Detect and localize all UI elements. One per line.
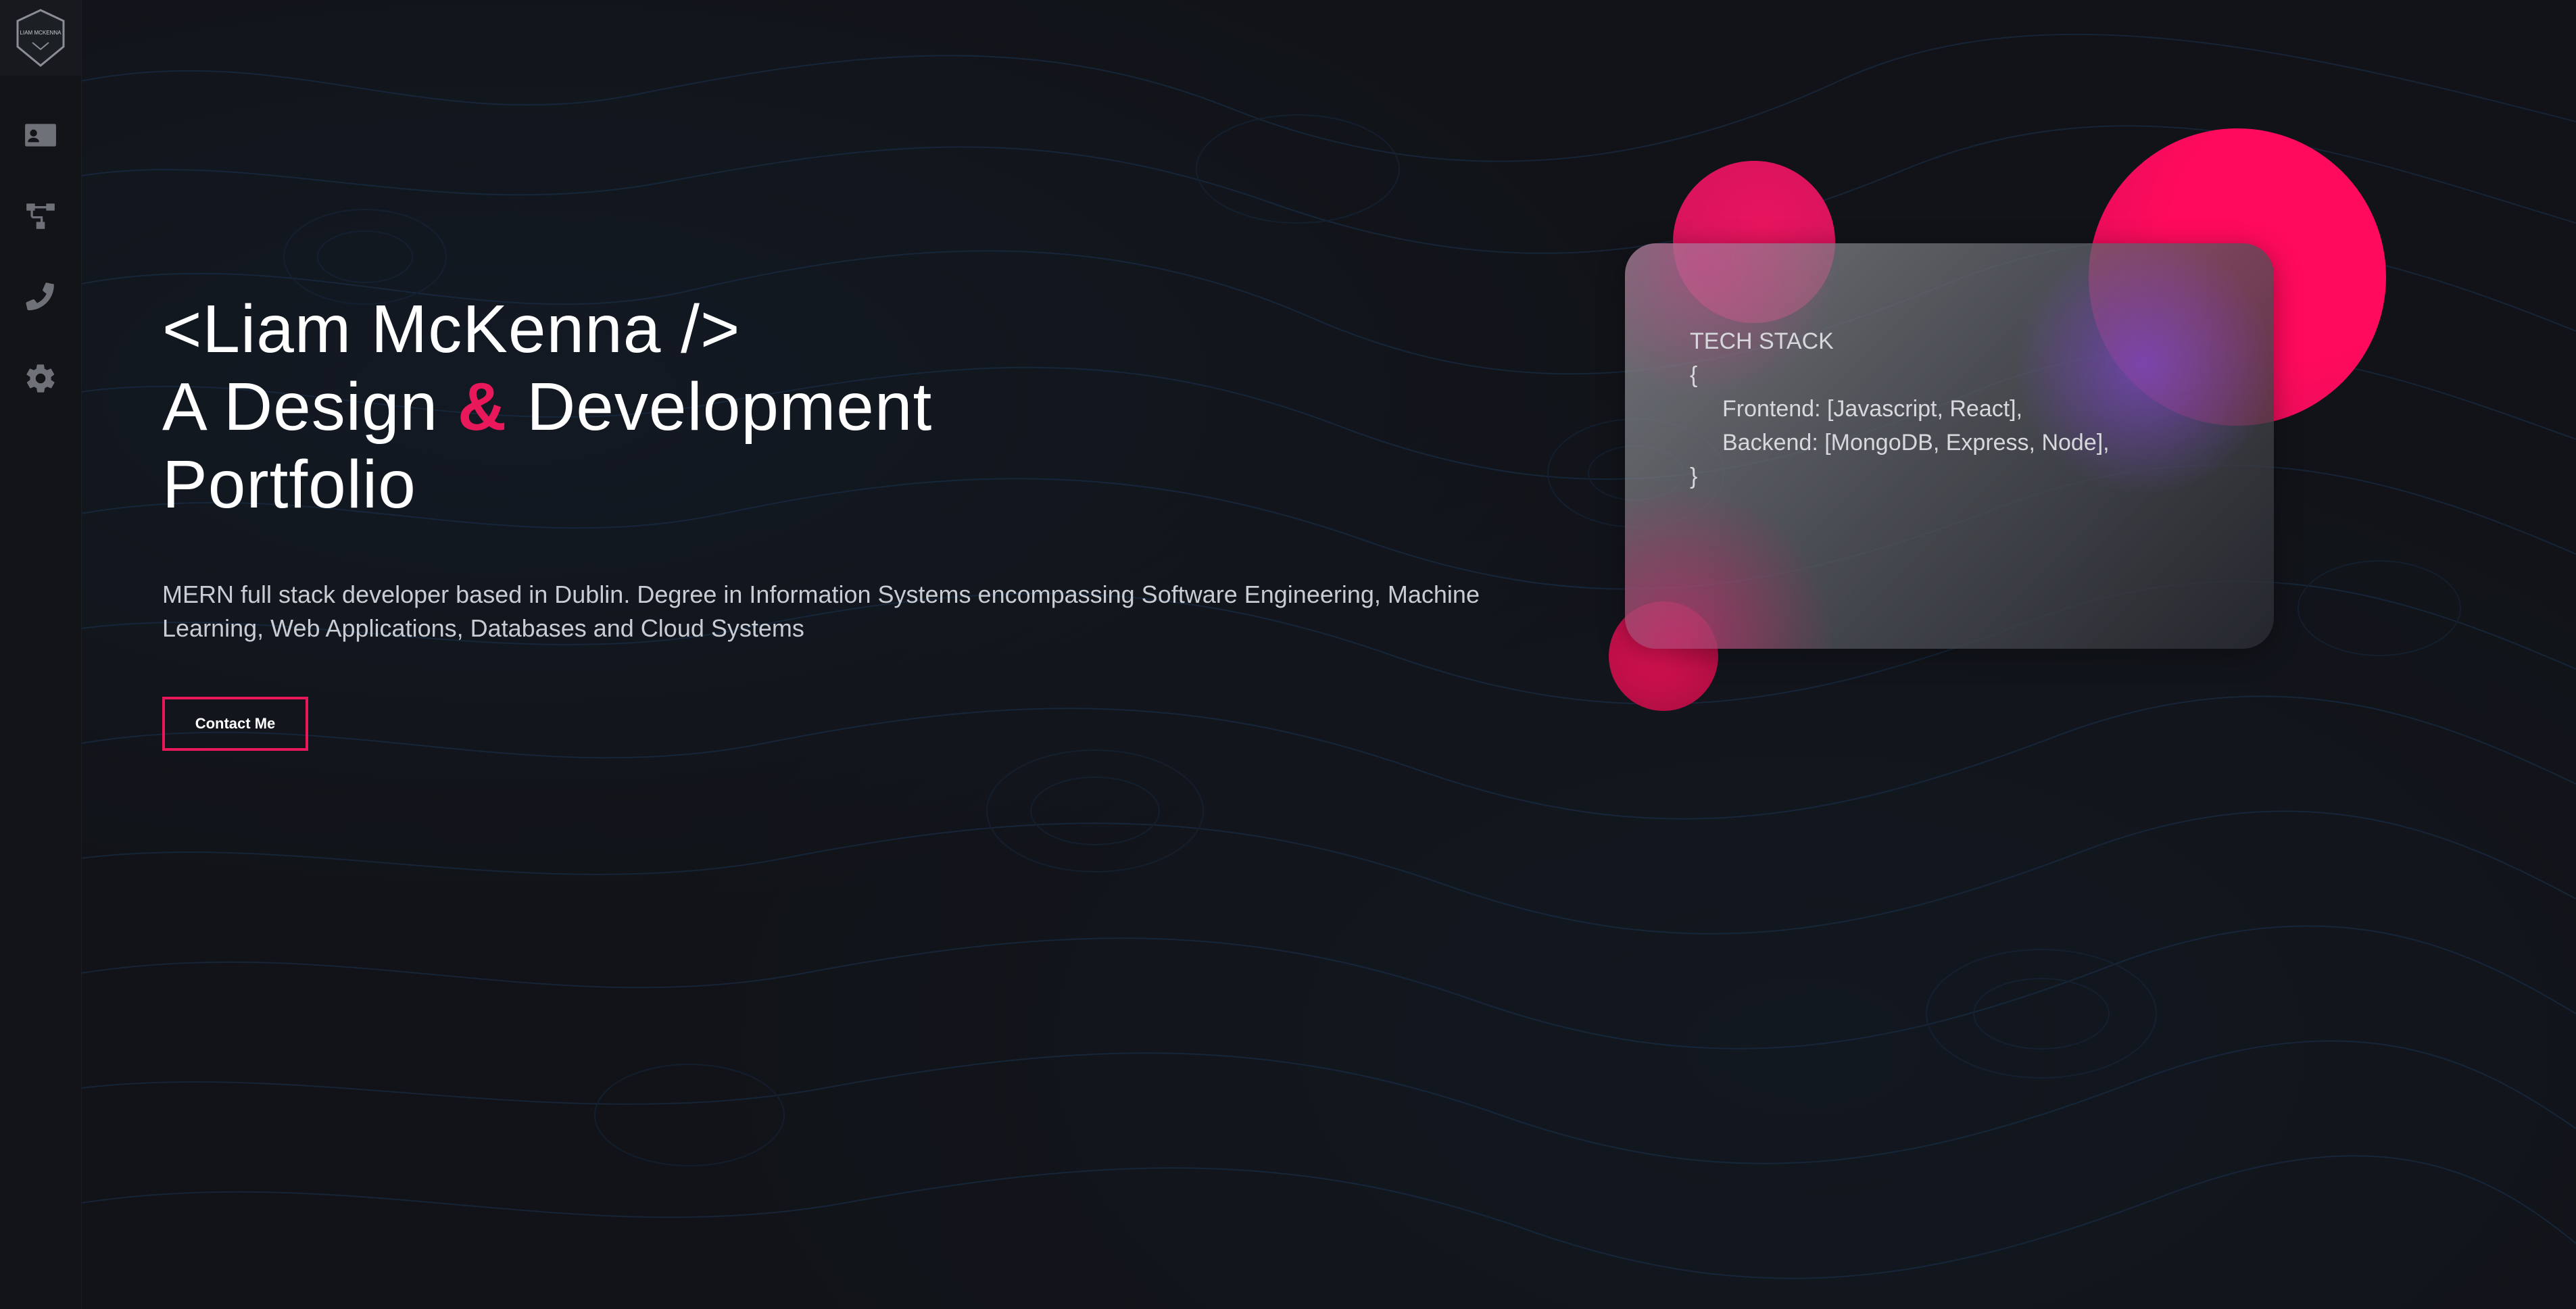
hero-title-line2: A Design & Development xyxy=(162,368,932,446)
phone-icon xyxy=(26,282,54,311)
sidebar-item-settings[interactable] xyxy=(22,360,59,397)
contact-me-button[interactable]: Contact Me xyxy=(162,697,308,751)
tech-stack-open-brace: { xyxy=(1690,362,1698,388)
tech-stack-card: TECH STACK { Frontend: [Javascript, Reac… xyxy=(1625,243,2274,649)
page: LIAM MCKENNA <Liam McKenna /> A Design &… xyxy=(0,0,2576,1309)
sidebar-item-projects[interactable] xyxy=(22,197,59,235)
hero-title-name: <Liam McKenna /> xyxy=(162,291,741,367)
sidebar-item-contact[interactable] xyxy=(22,278,59,316)
logo-shield-icon: LIAM MCKENNA xyxy=(16,9,65,67)
hero-title-design: A Design xyxy=(162,369,439,445)
hero-title-ampersand: & xyxy=(458,369,508,445)
sidebar-item-about[interactable] xyxy=(22,116,59,154)
tech-stack-code: TECH STACK { Frontend: [Javascript, Reac… xyxy=(1690,324,2110,493)
tech-stack-frontend: Frontend: [Javascript, React], xyxy=(1722,396,2023,422)
hero-title-development: Development xyxy=(527,369,933,445)
sitemap-icon xyxy=(26,203,55,229)
tech-stack-backend: Backend: [MongoDB, Express, Node], xyxy=(1722,430,2110,455)
hero-title: <Liam McKenna /> A Design & Development … xyxy=(162,291,932,524)
hero-description: MERN full stack developer based in Dubli… xyxy=(162,581,1480,642)
gear-icon xyxy=(26,364,55,393)
tech-stack-close-brace: } xyxy=(1690,464,1698,489)
logo-text: LIAM MCKENNA xyxy=(20,30,62,36)
sidebar: LIAM MCKENNA xyxy=(0,0,82,1309)
tech-stack-heading: TECH STACK xyxy=(1690,328,1834,354)
hero-title-portfolio: Portfolio xyxy=(162,447,416,522)
id-card-icon xyxy=(25,124,56,147)
logo[interactable]: LIAM MCKENNA xyxy=(0,0,81,76)
